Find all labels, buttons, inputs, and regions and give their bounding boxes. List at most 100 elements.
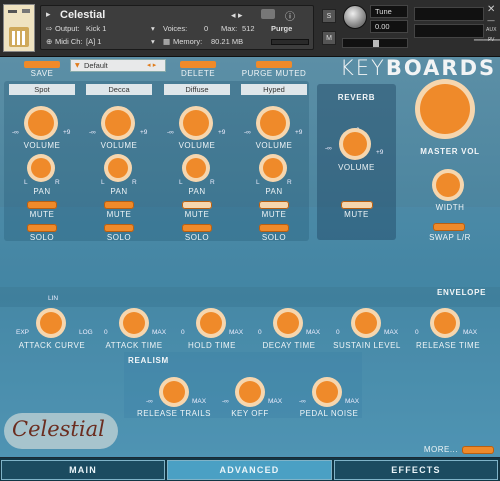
- tune-knob[interactable]: [343, 5, 367, 29]
- volume-knob-cap[interactable]: [105, 110, 131, 136]
- swap-lr-toggle[interactable]: [433, 223, 465, 231]
- reverb-mute-label: MUTE: [344, 210, 369, 219]
- more-button[interactable]: [462, 446, 494, 454]
- sustain-level-knob-cap[interactable]: [355, 312, 377, 334]
- pan-knob-cap[interactable]: [186, 158, 206, 178]
- solo-toggle[interactable]: [259, 224, 289, 232]
- voices-value: 0: [204, 24, 209, 33]
- hold-time-knob-cap[interactable]: [200, 312, 222, 334]
- volume-knob-cap[interactable]: [183, 110, 209, 136]
- pan-slider-handle[interactable]: [373, 40, 379, 47]
- mute-toggle[interactable]: [27, 201, 57, 209]
- volume-min-label: -∞: [89, 129, 96, 136]
- solo-toggle[interactable]: [182, 224, 212, 232]
- preset-dropdown[interactable]: ▼ Default ◂ ▸: [70, 59, 166, 72]
- knob-min-label: 0: [258, 329, 262, 336]
- pan-slider[interactable]: [342, 38, 408, 48]
- pedal-noise-knob-cap[interactable]: [316, 381, 338, 403]
- purge-muted-button[interactable]: PURGE MUTED: [235, 69, 313, 78]
- master-volume-knob-cap[interactable]: [420, 84, 470, 134]
- release-trails-label: RELEASE TRAILS: [137, 409, 211, 418]
- knob-min-label: -∞: [146, 398, 153, 405]
- pan-knob-cap[interactable]: [263, 158, 283, 178]
- volume-max-label: +9: [63, 129, 71, 136]
- preset-prev-next-icon[interactable]: ◂ ▸: [147, 61, 156, 69]
- aux-button[interactable]: AUX: [486, 27, 497, 33]
- mute-toggle[interactable]: [104, 201, 134, 209]
- solo-label: SOLO: [184, 233, 210, 242]
- instrument-logo-graphic: [8, 9, 30, 47]
- pan-right-label: R: [132, 179, 137, 186]
- prev-next-arrows-icon[interactable]: ◂ ▸: [231, 10, 243, 21]
- output-value[interactable]: Kick 1: [86, 24, 106, 33]
- pan-label: PAN: [33, 187, 51, 196]
- realism-title: REALISM: [128, 356, 169, 365]
- pan-knob-cap[interactable]: [31, 158, 51, 178]
- release-trails-knob-cap[interactable]: [163, 381, 185, 403]
- reverb-volume-knob-cap[interactable]: [343, 132, 367, 156]
- solo-button[interactable]: S: [322, 9, 336, 23]
- minimize-icon[interactable]: —: [487, 16, 495, 25]
- solo-toggle[interactable]: [27, 224, 57, 232]
- knob-min-label: 0: [104, 329, 108, 336]
- mute-toggle[interactable]: [259, 201, 289, 209]
- mic-name-strip: Hyped: [241, 84, 307, 95]
- tune-label-box: Tune: [370, 5, 408, 18]
- pan-label: PAN: [110, 187, 128, 196]
- camera-icon[interactable]: [261, 9, 275, 19]
- tab-main[interactable]: MAIN: [1, 460, 165, 480]
- midi-dropdown-icon[interactable]: ▾: [151, 37, 155, 46]
- attack-time-label: ATTACK TIME: [105, 341, 163, 350]
- mute-toggle[interactable]: [182, 201, 212, 209]
- pan-right-label: R: [210, 179, 215, 186]
- close-icon[interactable]: ✕: [487, 4, 495, 15]
- instrument-title[interactable]: Celestial: [60, 9, 105, 21]
- width-knob-cap[interactable]: [436, 173, 460, 197]
- release-time-knob-cap[interactable]: [434, 312, 456, 334]
- pan-knob-cap[interactable]: [108, 158, 128, 178]
- tune-label: Tune: [375, 7, 392, 16]
- attack-curve-label: ATTACK CURVE: [18, 341, 86, 350]
- collapse-arrow-icon[interactable]: ▸: [46, 10, 51, 20]
- info-icon[interactable]: ⓘ: [285, 8, 295, 23]
- save-button[interactable]: SAVE: [22, 69, 62, 78]
- attack-time-knob-cap[interactable]: [123, 312, 145, 334]
- level-meter-right: [414, 24, 484, 38]
- solo-toggle[interactable]: [104, 224, 134, 232]
- delete-indicator[interactable]: [180, 61, 216, 68]
- attack-curve-knob-cap[interactable]: [40, 312, 62, 334]
- output-label: Output:: [55, 24, 80, 33]
- knob-max-label: MAX: [268, 398, 283, 405]
- midi-icon: ⊕: [46, 37, 53, 46]
- volume-label: VOLUME: [100, 141, 138, 150]
- delete-button[interactable]: DELETE: [175, 69, 221, 78]
- volume-max-label: +9: [218, 129, 226, 136]
- instrument-header: ▸ Celestial ◂ ▸ ⓘ ⇨ Output: Kick 1 ▾ Voi…: [0, 0, 500, 57]
- reverb-mute-toggle[interactable]: [341, 201, 373, 209]
- knob-max-label: MAX: [229, 329, 244, 336]
- output-dropdown-icon[interactable]: ▾: [151, 24, 155, 33]
- tab-effects[interactable]: EFFECTS: [334, 460, 498, 480]
- purge-menu[interactable]: Purge: [271, 24, 292, 33]
- volume-label: VOLUME: [255, 141, 293, 150]
- save-indicator[interactable]: [24, 61, 60, 68]
- tab-advanced[interactable]: ADVANCED: [167, 460, 332, 480]
- brand-title-left: KEY: [340, 56, 386, 80]
- width-label: WIDTH: [435, 203, 465, 212]
- solo-label: SOLO: [261, 233, 287, 242]
- max-voices-value[interactable]: 512: [242, 24, 255, 33]
- mute-button[interactable]: M: [322, 31, 336, 45]
- midi-channel-value[interactable]: [A] 1: [86, 37, 101, 46]
- tune-value-box[interactable]: 0.00: [370, 20, 408, 33]
- knob-min-label: -∞: [299, 398, 306, 405]
- volume-knob-cap[interactable]: [28, 110, 54, 136]
- attack-curve-log-label: LOG: [79, 329, 93, 336]
- key-off-knob-cap[interactable]: [239, 381, 261, 403]
- solo-label: SOLO: [106, 233, 132, 242]
- volume-knob-cap[interactable]: [260, 110, 286, 136]
- knob-max-label: MAX: [345, 398, 360, 405]
- pv-button[interactable]: PV: [488, 37, 494, 43]
- pan-left-label: L: [179, 179, 183, 186]
- decay-time-knob-cap[interactable]: [277, 312, 299, 334]
- purge-muted-indicator[interactable]: [256, 61, 292, 68]
